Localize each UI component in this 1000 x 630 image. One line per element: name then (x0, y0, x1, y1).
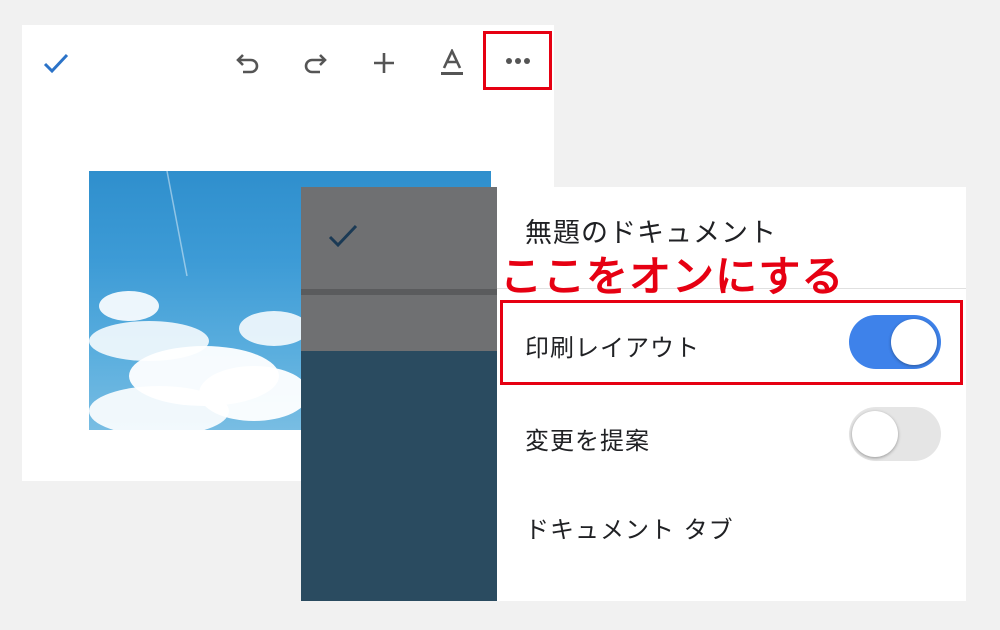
suggest-changes-label: 変更を提案 (525, 427, 650, 455)
dimmed-image-area (301, 351, 497, 601)
print-layout-highlight (500, 300, 963, 385)
annotation-text: ここをオンにする (500, 252, 845, 301)
more-button-highlight (483, 31, 552, 90)
document-tabs-item[interactable]: ドキュメント タブ (525, 510, 734, 545)
add-icon[interactable] (364, 43, 404, 83)
text-format-icon[interactable] (432, 43, 472, 83)
dimmed-toolbar (301, 187, 497, 289)
check-icon (327, 223, 359, 253)
toggle-knob (852, 411, 898, 457)
undo-icon[interactable] (228, 43, 268, 83)
redo-icon[interactable] (295, 43, 335, 83)
dimmed-area (301, 295, 497, 351)
suggest-changes-toggle[interactable] (849, 407, 941, 461)
check-icon[interactable] (36, 43, 76, 83)
